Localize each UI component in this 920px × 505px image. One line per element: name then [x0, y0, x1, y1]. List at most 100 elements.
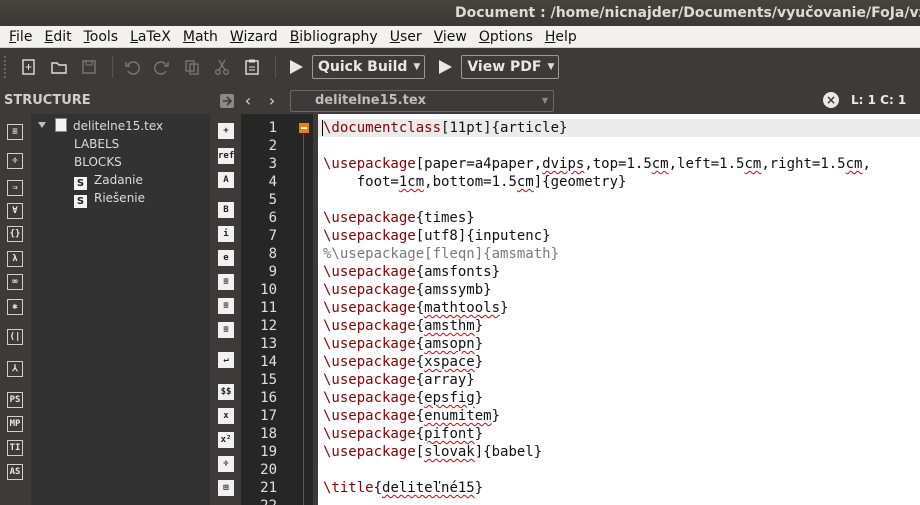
menu-item[interactable]: LaTeX — [124, 26, 177, 48]
redo-icon[interactable] — [149, 54, 175, 80]
latex-symbol-icon[interactable]: + — [218, 123, 234, 139]
structure-tool-icon[interactable]: {} — [7, 226, 23, 242]
structure-tool-icon[interactable]: ≡ — [7, 124, 23, 140]
tex-file-icon — [55, 118, 67, 132]
structure-tool-icon[interactable]: λ — [7, 251, 23, 267]
line-number: 18 — [260, 426, 277, 442]
line-number-gutter: 12345678910111213141516171819202122 — [241, 114, 313, 505]
open-file-name: delitelne15.tex — [315, 92, 427, 108]
new-file-icon[interactable] — [16, 54, 42, 80]
forward-arrow-icon[interactable]: › — [260, 91, 284, 110]
latex-symbol-icon[interactable]: A — [218, 172, 234, 188]
cursor-position: L: 1 C: 1 — [851, 93, 907, 107]
code-line: \usepackage[slovak]{babel} — [323, 444, 543, 460]
latex-symbol-icon[interactable]: x² — [218, 432, 234, 448]
latex-symbol-icon[interactable]: ≡ — [218, 298, 234, 314]
view-pdf-run-icon[interactable] — [433, 55, 457, 79]
paste-icon[interactable] — [239, 54, 265, 80]
structure-tool-icon[interactable]: ÷ — [7, 153, 23, 169]
structure-tool-icon[interactable]: ✱ — [7, 299, 23, 315]
structure-tool-icon[interactable]: TI — [7, 440, 23, 456]
latex-symbol-icon[interactable]: e — [218, 250, 234, 266]
fold-marker-icon[interactable] — [299, 123, 309, 133]
structure-toggle-icon[interactable] — [218, 92, 236, 110]
structure-tool-icon[interactable]: ∀ — [7, 203, 23, 219]
open-folder-icon[interactable] — [46, 54, 72, 80]
latex-symbol-toolbar: + ref A Bi e ≡ ≡ ≡ ↵ $$ x x² ÷ ⊞ — [210, 114, 241, 505]
window-titlebar: Document : /home/nicnajder/Documents/vyu… — [0, 0, 920, 26]
line-number: 6 — [268, 210, 277, 226]
expand-arrow-icon[interactable] — [38, 122, 46, 128]
line-number: 17 — [260, 408, 277, 424]
structure-tool-icon[interactable]: ⇒ — [7, 180, 23, 196]
main-toolbar: Quick Build ▼ View PDF ▼ — [0, 49, 920, 85]
open-file-selector[interactable]: delitelne15.tex ▼ — [290, 89, 554, 112]
structure-tool-icon[interactable]: (| — [7, 329, 23, 345]
menu-item[interactable]: User — [384, 26, 428, 48]
line-number: 11 — [260, 300, 277, 316]
tree-file-label: delitelne15.tex — [73, 119, 164, 133]
quick-build-run-icon[interactable] — [284, 55, 308, 79]
structure-tool-icon[interactable]: MP — [7, 416, 23, 432]
structure-tool-icon[interactable]: ⅄ — [7, 361, 23, 377]
latex-symbol-icon[interactable]: i — [218, 226, 234, 242]
tree-item-section[interactable]: S Zadanie — [74, 171, 143, 190]
quick-build-button[interactable]: Quick Build ▼ — [312, 55, 426, 79]
menu-item[interactable]: Tools — [78, 26, 125, 48]
latex-symbol-icon[interactable]: ≡ — [218, 322, 234, 338]
view-pdf-button[interactable]: View PDF ▼ — [461, 55, 560, 79]
code-line: \usepackage{enumitem} — [323, 408, 501, 424]
structure-tool-icon[interactable]: AS — [7, 464, 23, 480]
line-number: 15 — [260, 372, 277, 388]
latex-symbol-icon[interactable]: $$ — [218, 384, 234, 400]
menu-item[interactable]: Edit — [38, 26, 77, 48]
section-icon: S — [74, 195, 87, 208]
code-line: \usepackage{times} — [323, 210, 475, 226]
code-line: \title{deliteľné15} — [323, 480, 484, 496]
tree-item-labels[interactable]: LABELS — [74, 135, 119, 153]
tree-item-blocks[interactable]: BLOCKS — [74, 153, 122, 171]
menu-item[interactable]: Math — [177, 26, 224, 48]
code-line: \usepackage{mathtools} — [323, 300, 509, 316]
line-number: 21 — [260, 480, 277, 496]
tree-item-section[interactable]: S Riešenie — [74, 189, 145, 208]
tree-item-file[interactable]: delitelne15.tex — [31, 117, 210, 135]
line-number: 20 — [260, 462, 277, 478]
save-icon[interactable] — [76, 54, 102, 80]
structure-tool-icon[interactable]: PS — [7, 392, 23, 408]
menu-item[interactable]: Bibliography — [284, 26, 384, 48]
copy-icon[interactable] — [179, 54, 205, 80]
view-pdf-label: View PDF — [467, 59, 542, 75]
close-file-icon[interactable]: × — [823, 92, 839, 108]
menu-item[interactable]: View — [428, 26, 473, 48]
latex-symbol-icon[interactable]: ref — [218, 148, 234, 164]
code-line: \usepackage{amssymb} — [323, 282, 492, 298]
chevron-down-icon: ▼ — [541, 95, 548, 105]
latex-symbol-icon[interactable]: ⊞ — [218, 480, 234, 496]
line-number: 16 — [260, 390, 277, 406]
line-number: 8 — [268, 246, 277, 262]
structure-side-toolbar: ≡ ÷ ⇒ ∀ {} λ ∞ ✱ (| ⅄ PS MP TI AS — [0, 114, 31, 505]
latex-symbol-icon[interactable]: B — [218, 202, 234, 218]
toolbar-grip[interactable] — [4, 56, 10, 78]
latex-symbol-icon[interactable]: ÷ — [218, 456, 234, 472]
line-number: 13 — [260, 336, 277, 352]
latex-symbol-icon[interactable]: ≡ — [218, 274, 234, 290]
editor-header: ‹ › delitelne15.tex ▼ × L: 1 C: 1 — [210, 87, 920, 114]
latex-symbol-icon[interactable]: x — [218, 408, 234, 424]
back-arrow-icon[interactable]: ‹ — [236, 91, 260, 110]
line-number: 5 — [268, 192, 277, 208]
code-editor[interactable]: \documentclass[11pt]{article} \usepackag… — [318, 114, 920, 505]
code-line: \usepackage{amsopn} — [323, 336, 484, 352]
undo-icon[interactable] — [119, 54, 145, 80]
menu-item[interactable]: Help — [539, 26, 583, 48]
latex-symbol-icon[interactable]: ↵ — [218, 352, 234, 368]
code-line: \documentclass[11pt]{article} — [323, 120, 568, 136]
menu-item[interactable]: File — [3, 26, 38, 48]
structure-tool-icon[interactable]: ∞ — [7, 274, 23, 290]
menu-item[interactable]: Options — [473, 26, 539, 48]
chevron-down-icon: ▼ — [547, 62, 555, 72]
menu-item[interactable]: Wizard — [224, 26, 284, 48]
code-line: \usepackage{amsfonts} — [323, 264, 501, 280]
cut-icon[interactable] — [209, 54, 235, 80]
